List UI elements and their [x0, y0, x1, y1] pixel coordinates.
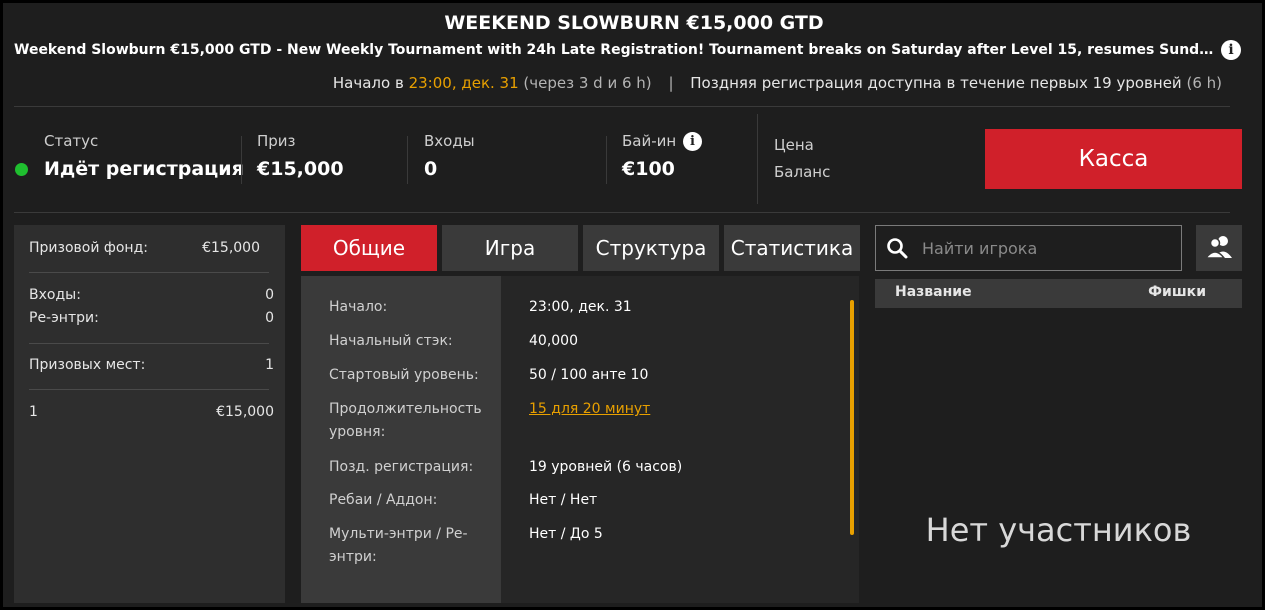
- lobby-content: WEEKEND SLOWBURN €15,000 GTD Weekend Slo…: [6, 6, 1262, 607]
- start-separator: |: [668, 74, 674, 92]
- entries-row: Входы: 0: [29, 287, 274, 303]
- detail-rebuy-value: Нет / Нет: [529, 492, 598, 508]
- description-info-icon[interactable]: i: [1221, 40, 1241, 60]
- buyin-info-icon[interactable]: i: [683, 132, 702, 151]
- divider: [29, 343, 269, 344]
- payout-row: 1 €15,000: [29, 404, 274, 420]
- tournament-title: WEEKEND SLOWBURN €15,000 GTD: [444, 12, 824, 34]
- divider: [407, 136, 408, 184]
- detail-multi-value: Нет / До 5: [529, 526, 603, 542]
- prize-label: Приз: [257, 132, 296, 150]
- detail-duration-label: Продолжительность уровня:: [329, 401, 482, 440]
- prize-pool-value: €15,000: [202, 240, 260, 256]
- entries-label: Входы: [424, 132, 475, 150]
- prize-pool-label: Призовой фонд:: [29, 240, 148, 256]
- reentries-value: 0: [265, 310, 274, 326]
- detail-level-value: 50 / 100 анте 10: [529, 367, 649, 383]
- detail-stack-value: 40,000: [529, 333, 578, 349]
- tab-statistics[interactable]: Статистика: [724, 225, 860, 271]
- entries-value: 0: [424, 158, 438, 180]
- payout-place: 1: [29, 404, 38, 420]
- detail-start-value: 23:00, дек. 31: [529, 299, 632, 315]
- places-value: 1: [265, 357, 274, 373]
- divider: [29, 389, 269, 390]
- entries-label: Входы:: [29, 287, 81, 303]
- start-relative: (через 3 d и 6 h): [523, 74, 652, 92]
- divider: [14, 212, 1230, 213]
- column-name-header[interactable]: Название: [895, 284, 972, 300]
- divider: [29, 272, 269, 273]
- price-label: Цена: [774, 136, 814, 154]
- status-indicator: [15, 163, 28, 176]
- prize-summary-panel: Призовой фонд: €15,000 Входы: 0 Ре-энтри…: [14, 225, 285, 603]
- players-table-header: Название Фишки: [875, 279, 1242, 308]
- player-search-input[interactable]: [922, 234, 1172, 262]
- detail-late-label: Позд. регистрация:: [329, 459, 474, 475]
- divider: [14, 106, 1230, 107]
- tournament-description: Weekend Slowburn €15,000 GTD - New Weekl…: [14, 42, 1219, 58]
- detail-rebuy-label: Ребаи / Аддон:: [329, 492, 438, 508]
- late-reg-text: Поздняя регистрация доступна в течение п…: [690, 74, 1182, 92]
- payout-amount: €15,000: [216, 404, 274, 420]
- prize-value: €15,000: [257, 158, 344, 180]
- places-label: Призовых мест:: [29, 357, 146, 373]
- entries-value: 0: [265, 287, 274, 303]
- detail-start-label: Начало:: [329, 299, 388, 315]
- balance-label: Баланс: [774, 163, 831, 181]
- detail-multi-label: Мульти-энтри / Ре-энтри:: [329, 526, 468, 565]
- reentries-label: Ре-энтри:: [29, 310, 99, 326]
- places-row: Призовых мест: 1: [29, 357, 274, 373]
- users-icon: [1204, 236, 1232, 259]
- detail-late-value: 19 уровней (6 часов): [529, 459, 683, 475]
- detail-stack-label: Начальный стэк:: [329, 333, 453, 349]
- empty-players-message: Нет участников: [925, 511, 1192, 549]
- tab-game[interactable]: Игра: [442, 225, 578, 271]
- detail-level-label: Стартовый уровень:: [329, 367, 479, 383]
- tab-structure[interactable]: Структура: [583, 225, 719, 271]
- buyin-value: €100: [622, 158, 675, 180]
- reentries-row: Ре-энтри: 0: [29, 310, 274, 326]
- start-time-line: Начало в 23:00, дек. 31 (через 3 d и 6 h…: [333, 74, 1222, 92]
- cashier-button[interactable]: Касса: [985, 129, 1242, 189]
- late-reg-relative: (6 h): [1186, 74, 1222, 92]
- buyin-label: Бай-ин: [622, 132, 677, 150]
- tournament-lobby-window: WEEKEND SLOWBURN €15,000 GTD Weekend Slo…: [0, 0, 1265, 610]
- divider: [757, 114, 758, 204]
- prize-pool-row: Призовой фонд: €15,000: [29, 240, 274, 256]
- status-value: Идёт регистрация: [44, 158, 244, 180]
- player-search-box[interactable]: [875, 225, 1182, 271]
- status-label: Статус: [44, 132, 99, 150]
- players-toggle-button[interactable]: [1196, 225, 1242, 271]
- divider: [241, 136, 242, 184]
- detail-duration-link[interactable]: 15 для 20 минут: [529, 398, 650, 421]
- tournament-details-panel: Начало: 23:00, дек. 31 Начальный стэк: 4…: [301, 276, 859, 603]
- divider: [606, 136, 607, 184]
- search-icon: [887, 238, 908, 259]
- start-prefix: Начало в: [332, 74, 404, 92]
- start-time: 23:00, дек. 31: [408, 74, 519, 92]
- column-chips-header[interactable]: Фишки: [1148, 284, 1206, 300]
- details-scrollbar[interactable]: [850, 300, 854, 535]
- tab-general[interactable]: Общие: [301, 225, 437, 271]
